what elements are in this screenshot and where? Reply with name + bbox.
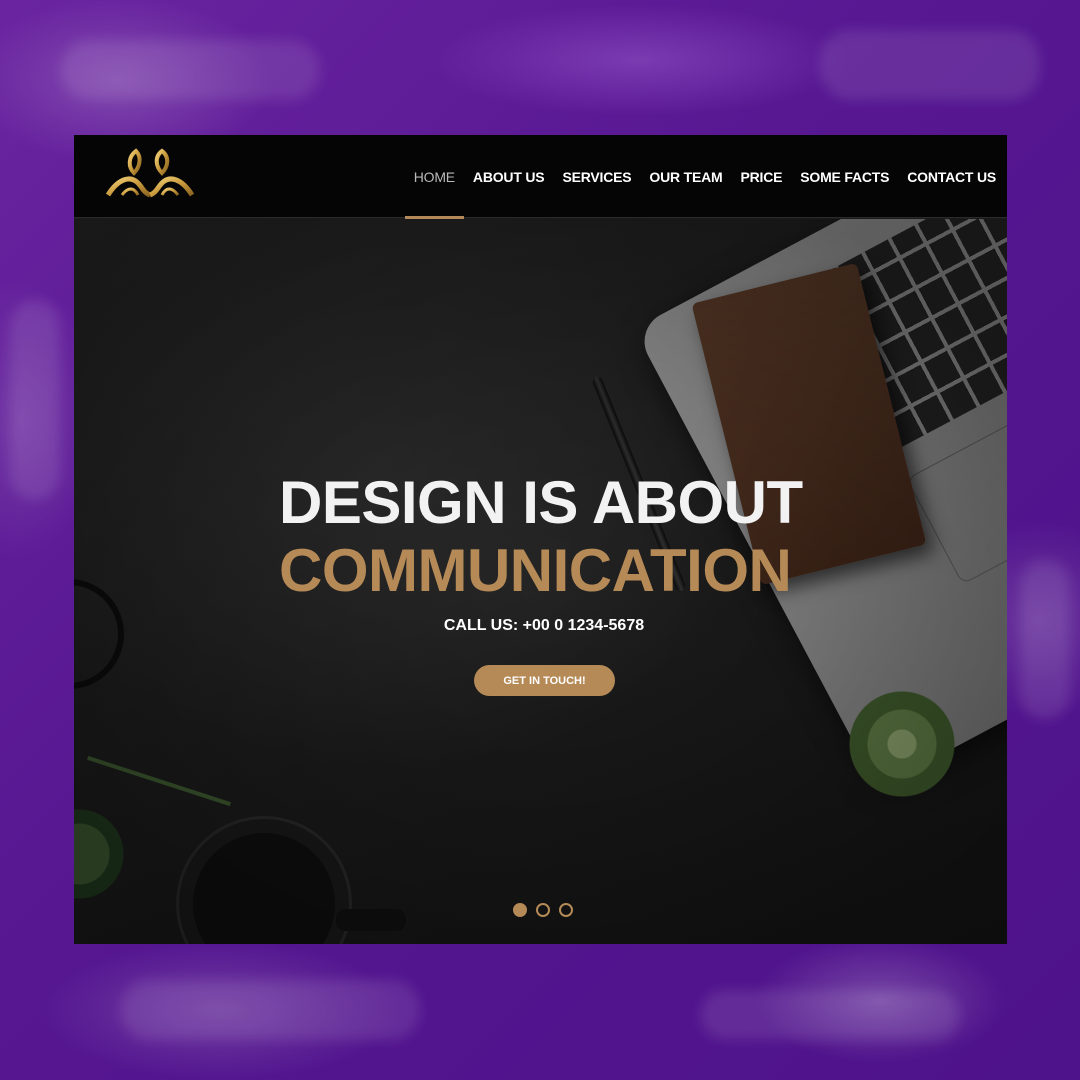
backdrop-blur-shape	[700, 990, 960, 1040]
get-in-touch-button[interactable]: GET IN TOUCH!	[474, 665, 615, 696]
nav-item-contact-us[interactable]: CONTACT US	[898, 135, 1005, 218]
nav-item-home[interactable]: HOME	[404, 135, 465, 219]
nav-item-some-facts[interactable]: SOME FACTS	[791, 135, 898, 218]
backdrop-blur-shape	[1020, 560, 1070, 720]
hero-headline-line1: DESIGN IS ABOUT	[279, 469, 803, 536]
hero-headline-line2: COMMUNICATION	[279, 537, 792, 604]
slide-dot-3[interactable]	[559, 903, 573, 917]
hero-slider: DESIGN IS ABOUT COMMUNICATION CALL US: +…	[74, 219, 1007, 944]
hero-content: DESIGN IS ABOUT COMMUNICATION CALL US: +…	[74, 219, 1007, 944]
nav-item-services[interactable]: SERVICES	[553, 135, 640, 218]
slide-dot-2[interactable]	[536, 903, 550, 917]
call-us-text: CALL US: +00 0 1234-5678	[443, 617, 645, 634]
website-screenshot: HOME ABOUT US SERVICES OUR TEAM PRICE SO…	[74, 135, 1007, 944]
backdrop-blur-shape	[10, 300, 60, 500]
nav-item-about-us[interactable]: ABOUT US	[464, 135, 554, 218]
backdrop-blur-shape	[60, 40, 320, 100]
main-nav: HOME ABOUT US SERVICES OUR TEAM PRICE SO…	[404, 135, 1005, 219]
nav-item-price[interactable]: PRICE	[731, 135, 791, 218]
top-navbar: HOME ABOUT US SERVICES OUR TEAM PRICE SO…	[74, 135, 1007, 219]
leaf-crown-logo-icon[interactable]	[104, 143, 196, 199]
slide-dot-1[interactable]	[513, 903, 527, 917]
nav-item-our-team[interactable]: OUR TEAM	[640, 135, 731, 218]
backdrop-blur-shape	[820, 30, 1040, 100]
backdrop-blur-shape	[120, 980, 420, 1040]
slider-pagination	[513, 903, 573, 917]
